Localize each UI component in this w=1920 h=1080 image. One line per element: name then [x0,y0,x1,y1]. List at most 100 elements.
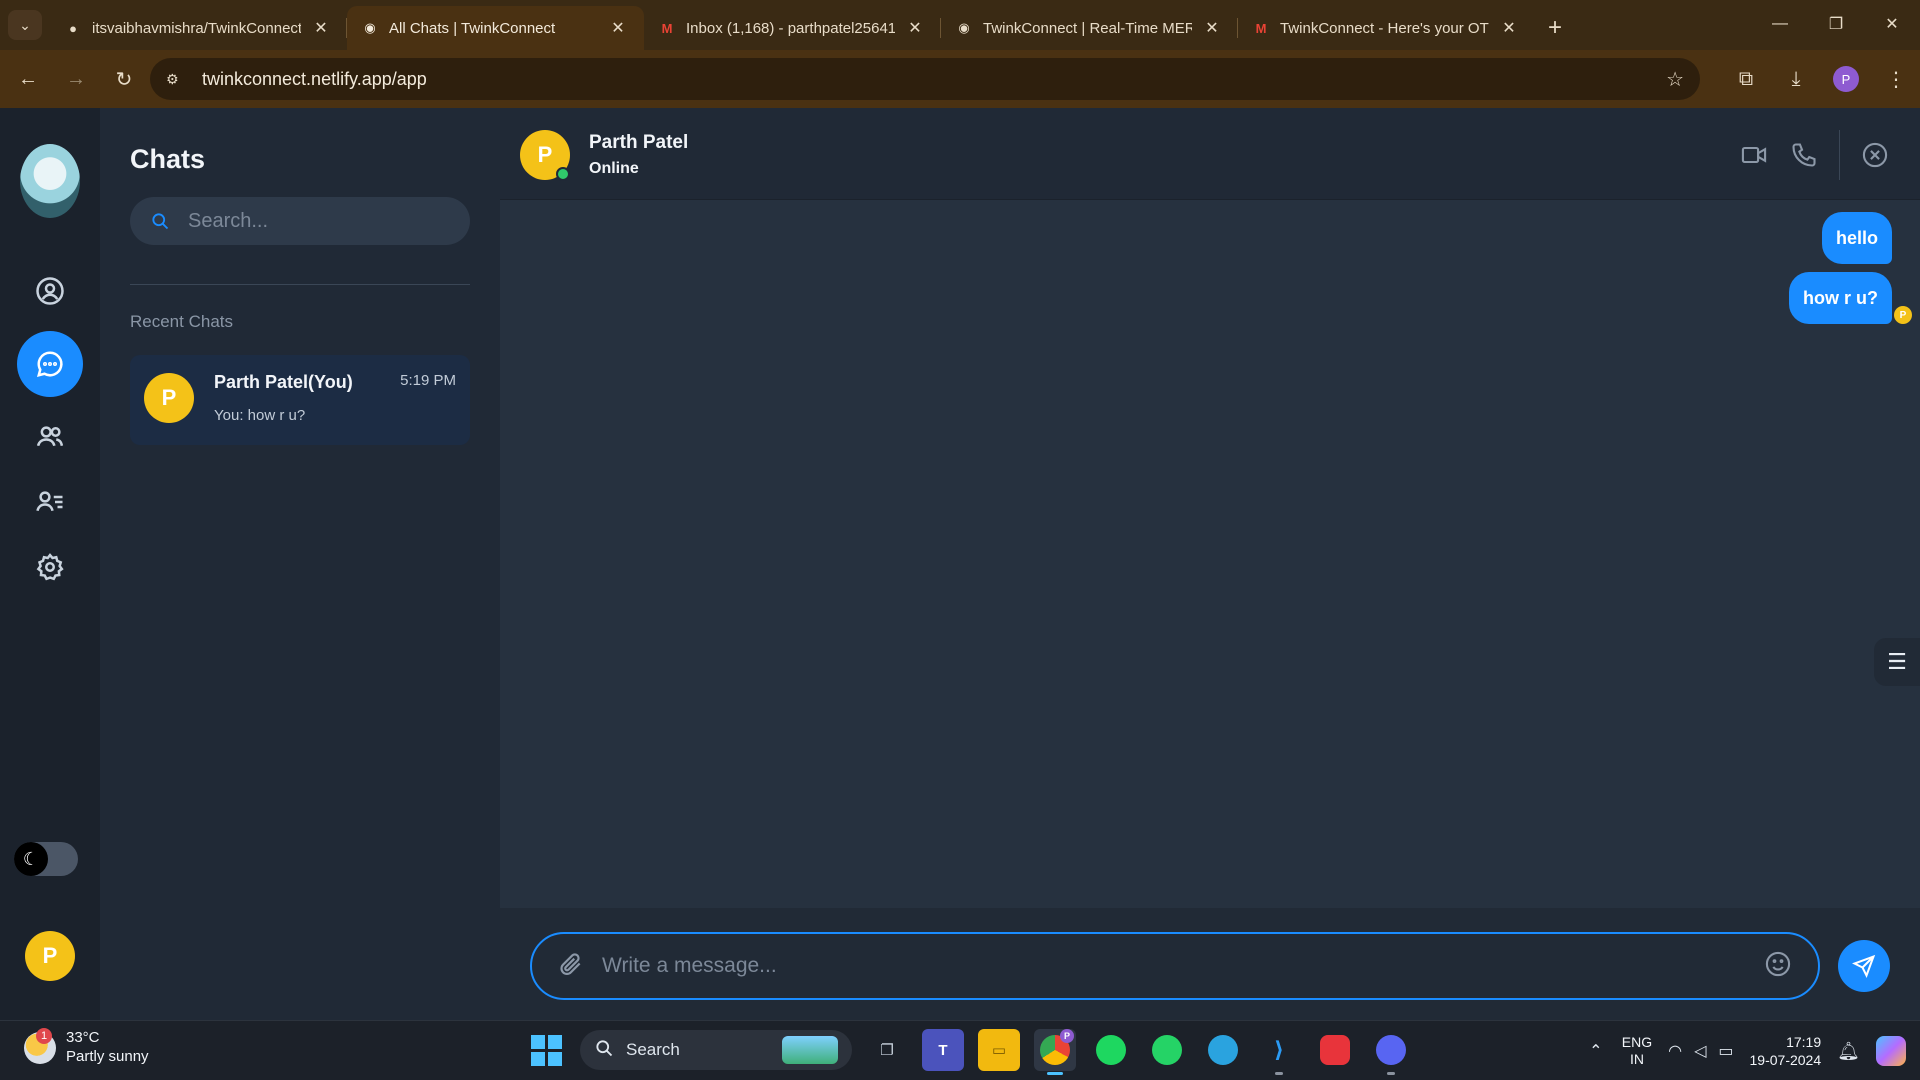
restore-icon[interactable]: ❐ [1808,0,1864,48]
copilot-icon[interactable] [1876,1036,1906,1066]
tab-title: Inbox (1,168) - parthpatel25641 [686,19,895,37]
url-text[interactable]: twinkconnect.netlify.app/app [202,69,427,90]
close-icon[interactable]: ✕ [311,18,331,38]
close-icon[interactable]: ✕ [905,18,925,38]
file-explorer-icon[interactable]: ▭ [978,1029,1020,1071]
nav-contacts-button[interactable] [17,469,83,535]
message-bubble[interactable]: hello [1821,212,1892,264]
whatsapp-icon[interactable] [1146,1029,1188,1071]
forward-icon[interactable]: → [56,59,96,99]
nav-groups-button[interactable] [17,404,83,470]
close-chat-button[interactable] [1850,130,1900,180]
quick-settings[interactable]: ◠ ◁ ▭ [1668,1041,1733,1061]
telegram-icon[interactable] [1202,1029,1244,1071]
reload-icon[interactable]: ↻ [104,59,144,99]
send-button[interactable] [1838,940,1890,992]
message-bubble[interactable]: how r u? [1789,272,1892,324]
tab-title: All Chats | TwinkConnect [389,19,556,37]
theme-toggle[interactable]: ☾ [14,842,78,876]
contact-name[interactable]: Parth Patel [589,132,688,154]
nav-profile-button[interactable] [17,258,83,324]
battery-icon: ▭ [1718,1043,1734,1060]
search-box[interactable] [130,197,470,245]
divider [130,284,470,285]
tab-all-chats[interactable]: ◉ All Chats | TwinkConnect ✕ [347,6,644,50]
clock[interactable]: 17:19 19-07-2024 [1750,1033,1822,1069]
extensions-icon[interactable]: ⧉ [1732,60,1760,98]
chat-name: Parth Patel(You) [214,372,353,392]
gear-icon [36,553,64,581]
voice-call-button[interactable] [1779,130,1829,180]
tab-twinkconnect-realtime[interactable]: ◉ TwinkConnect | Real-Time MERN ✕ [941,6,1238,50]
users-icon [36,426,64,447]
avatar: P [144,373,194,423]
twinkconnect-icon: ◉ [364,20,376,35]
weather-widget[interactable]: 1 33°C Partly sunny [24,1028,149,1067]
tab-search-dropdown[interactable]: ⌄ [8,10,42,40]
contact-list-icon [36,491,63,512]
search-icon [594,1038,614,1063]
message-area: hello how r u? P ☰ [500,200,1920,908]
weather-condition: Partly sunny [66,1048,149,1065]
tab-gmail-inbox[interactable]: M Inbox (1,168) - parthpatel25641 ✕ [644,6,941,50]
attach-button[interactable] [558,951,584,982]
conversation-header: P Parth Patel Online [500,108,1920,200]
beach-umbrella-icon [782,1036,838,1064]
paperclip-icon [560,952,581,975]
close-window-icon[interactable]: ✕ [1864,0,1920,48]
close-icon[interactable]: ✕ [1202,18,1222,38]
twinkconnect-app: ☾ P Chats Recent Chats P Parth Patel(You… [0,108,1920,1020]
kebab-menu-icon[interactable]: ⋮ [1882,60,1910,98]
running-indicator [1275,1072,1283,1075]
windows-start-icon[interactable] [526,1030,566,1070]
user-avatar[interactable]: P [25,931,75,981]
close-icon[interactable]: ✕ [1499,18,1519,38]
header-actions [1729,130,1900,180]
region-code: IN [1629,1051,1644,1067]
download-icon[interactable]: ⤓ [1782,60,1810,98]
window-controls: — ❐ ✕ [1752,0,1920,48]
input-language[interactable]: ENG IN [1622,1034,1652,1068]
profile-button[interactable]: P [1832,60,1860,98]
taskbar-apps: Search ❐ T ▭ P ⟩ [526,1029,1412,1075]
online-indicator [556,167,570,181]
nav-chats-button[interactable] [17,331,83,397]
teams-icon[interactable]: T [922,1029,964,1071]
message-input[interactable] [602,954,1764,978]
video-call-button[interactable] [1729,130,1779,180]
vscode-icon[interactable]: ⟩ [1258,1029,1300,1075]
search-input[interactable] [188,209,438,233]
chat-list-panel: Chats Recent Chats P Parth Patel(You) 5:… [100,108,500,1020]
taskbar-search-label: Search [626,1040,680,1059]
volume-icon: ◁ [1694,1043,1707,1060]
back-icon[interactable]: ← [8,59,48,99]
address-bar[interactable]: ⚙ twinkconnect.netlify.app/app ☆ [150,58,1700,100]
chevron-up-icon[interactable]: ⌃ [1586,1041,1606,1061]
user-circle-icon [36,277,64,305]
notification-bell-icon[interactable]: 🔔︎ [1837,1041,1860,1062]
github-icon: ● [69,20,77,36]
nav-settings-button[interactable] [17,534,83,600]
bookmark-star-icon[interactable]: ☆ [1666,67,1684,92]
emoji-button[interactable] [1764,950,1792,983]
discord-icon[interactable] [1370,1029,1412,1075]
spotify-icon[interactable] [1090,1029,1132,1071]
chat-list-item[interactable]: P Parth Patel(You) 5:19 PM You: how r u? [130,355,470,445]
smiley-icon [1765,951,1791,976]
tab-github[interactable]: ● itsvaibhavmishra/TwinkConnect ✕ [50,6,347,50]
taskbar-search[interactable]: Search [580,1030,852,1070]
close-icon[interactable]: ✕ [608,18,628,38]
new-tab-button[interactable]: + [1535,6,1575,50]
task-view-icon[interactable]: ❐ [866,1029,908,1071]
chrome-icon[interactable]: P [1034,1029,1076,1075]
moon-icon: ☾ [14,842,48,876]
site-info-icon[interactable]: ⚙ [166,71,188,88]
tab-gmail-otp[interactable]: M TwinkConnect - Here's your OTP ✕ [1238,6,1535,50]
contact-status: Online [589,160,639,177]
sliders-icon[interactable]: ☰ [1874,638,1920,686]
minimize-icon[interactable]: — [1752,0,1808,48]
tab-title: TwinkConnect | Real-Time MERN [983,19,1192,37]
wps-office-icon[interactable] [1314,1029,1356,1071]
chats-title: Chats [130,144,206,174]
chrome-profile-badge: P [1060,1029,1074,1043]
